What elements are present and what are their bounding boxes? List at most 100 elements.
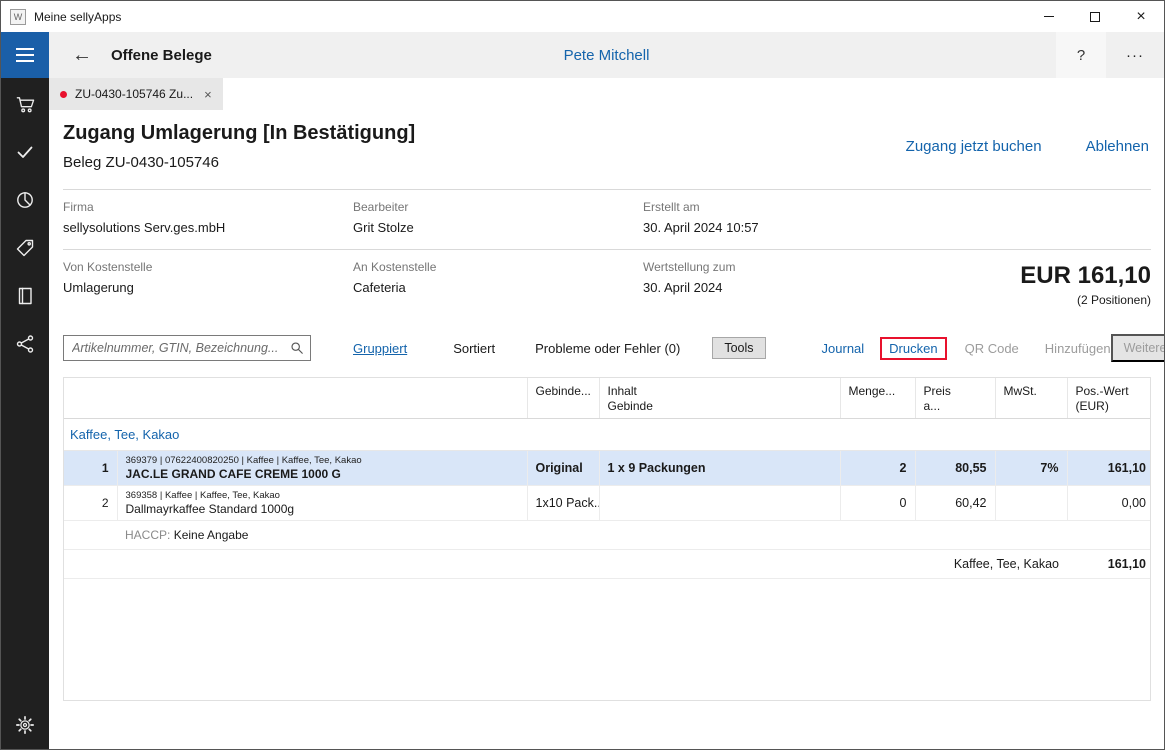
more-actions-button[interactable]: Weitere: [1111, 334, 1165, 362]
total-amount: EUR 161,10: [1020, 262, 1151, 290]
mwst-cell: [995, 486, 1067, 521]
close-button[interactable]: ×: [1118, 1, 1164, 32]
inhalt-cell: [599, 486, 840, 521]
tab-close-icon[interactable]: ×: [204, 87, 212, 102]
haccp-value: Keine Angabe: [174, 528, 249, 542]
info-an-kostenstelle: An Kostenstelle Cafeteria: [353, 260, 643, 307]
sidebar-item-settings[interactable]: [1, 701, 49, 749]
info-value: Umlagerung: [63, 280, 353, 295]
preis-cell: 80,55: [915, 451, 995, 486]
info-value: 30. April 2024 10:57: [643, 220, 933, 235]
sidebar-item-cart[interactable]: [1, 80, 49, 128]
sidebar-item-share[interactable]: [1, 320, 49, 368]
article-name: JAC.LE GRAND CAFE CREME 1000 G: [126, 467, 519, 481]
article-meta: 369358 | Kaffee | Kaffee, Tee, Kakao: [126, 490, 519, 501]
header-bar: ← Offene Belege Pete Mitchell ? ···: [49, 32, 1164, 78]
summary-value: 161,10: [1067, 550, 1151, 579]
table-row[interactable]: 2 369358 | Kaffee | Kaffee, Tee, Kakao D…: [64, 486, 1151, 521]
col-header-pos: [64, 378, 117, 419]
wert-cell: 0,00: [1067, 486, 1151, 521]
book-now-button[interactable]: Zugang jetzt buchen: [906, 138, 1042, 155]
add-position-button[interactable]: Hinzufügen: [1045, 341, 1111, 356]
article-cell: 369379 | 07622400820250 | Kaffee | Kaffe…: [117, 451, 527, 486]
position-number: 1: [64, 451, 117, 486]
qr-code-button[interactable]: QR Code: [965, 341, 1019, 356]
more-options-button[interactable]: ···: [1106, 32, 1164, 78]
annotation-highlight-box: Drucken: [880, 337, 946, 360]
window-title: Meine sellyApps: [34, 10, 121, 24]
info-erstellt-am: Erstellt am 30. April 2024 10:57: [643, 200, 933, 235]
minimize-icon: [1044, 16, 1054, 17]
wert-cell: 161,10: [1067, 451, 1151, 486]
sidebar-item-labels[interactable]: [1, 224, 49, 272]
col-header-wert: Pos.-Wert(EUR): [1067, 378, 1151, 419]
app-window: W Meine sellyApps × ← Offene Belege Pete…: [0, 0, 1165, 750]
position-number: 2: [64, 486, 117, 521]
gebinde-cell: Original: [527, 451, 599, 486]
maximize-button[interactable]: [1072, 1, 1118, 32]
preis-cell: 60,42: [915, 486, 995, 521]
journal-button[interactable]: Journal: [822, 341, 865, 356]
app-header: ← Offene Belege Pete Mitchell ? ···: [1, 32, 1164, 78]
tab-bar: ZU-0430-105746 Zu... ×: [49, 78, 1164, 110]
info-bearbeiter: Bearbeiter Grit Stolze: [353, 200, 643, 235]
positions-toolbar: Gruppiert Sortiert Probleme oder Fehler …: [63, 331, 1151, 365]
info-label: Bearbeiter: [353, 200, 643, 214]
user-name-link[interactable]: Pete Mitchell: [564, 47, 650, 64]
hamburger-menu-button[interactable]: [1, 32, 49, 78]
haccp-label: HACCP:: [125, 528, 170, 542]
info-label: Von Kostenstelle: [63, 260, 353, 274]
tools-button[interactable]: Tools: [712, 337, 765, 359]
cart-icon: [15, 94, 35, 114]
group-summary-row: Kaffee, Tee, Kakao 161,10: [64, 550, 1151, 579]
info-value: Cafeteria: [353, 280, 643, 295]
document-actions: Zugang jetzt buchen Ablehnen: [906, 138, 1151, 155]
col-header-gebinde: Gebinde...: [527, 378, 599, 419]
positions-table-container: Gebinde... InhaltGebinde Menge... Preisa…: [63, 377, 1151, 701]
document-number: Beleg ZU-0430-105746: [63, 154, 415, 171]
info-label: An Kostenstelle: [353, 260, 643, 274]
search-icon[interactable]: [290, 341, 304, 355]
inhalt-cell: 1 x 9 Packungen: [599, 451, 840, 486]
article-search: [63, 335, 311, 361]
group-label: Kaffee, Tee, Kakao: [64, 419, 1151, 451]
print-button[interactable]: Drucken: [889, 341, 937, 356]
group-header-row[interactable]: Kaffee, Tee, Kakao: [64, 419, 1151, 451]
back-button[interactable]: ←: [72, 44, 92, 67]
article-cell: 369358 | Kaffee | Kaffee, Tee, Kakao Dal…: [117, 486, 527, 521]
table-header-row: Gebinde... InhaltGebinde Menge... Preisa…: [64, 378, 1151, 419]
sidebar-item-journal[interactable]: [1, 272, 49, 320]
info-firma: Firma sellysolutions Serv.ges.mbH: [63, 200, 353, 235]
document-header: Zugang Umlagerung [In Bestätigung] Beleg…: [63, 122, 1151, 171]
info-row-1: Firma sellysolutions Serv.ges.mbH Bearbe…: [63, 190, 1151, 250]
col-header-mwst: MwSt.: [995, 378, 1067, 419]
document-view: Zugang Umlagerung [In Bestätigung] Beleg…: [49, 110, 1164, 749]
sidebar-item-reports[interactable]: [1, 176, 49, 224]
tab-document[interactable]: ZU-0430-105746 Zu... ×: [49, 78, 223, 110]
col-header-preis: Preisa...: [915, 378, 995, 419]
summary-label: Kaffee, Tee, Kakao: [64, 550, 1067, 579]
sidebar-item-tasks[interactable]: [1, 128, 49, 176]
grouped-toggle[interactable]: Gruppiert: [353, 341, 407, 356]
info-value: 30. April 2024: [643, 280, 933, 295]
col-header-description: [117, 378, 527, 419]
tab-label: ZU-0430-105746 Zu...: [75, 87, 193, 101]
content-area: ZU-0430-105746 Zu... × Zugang Umlagerung…: [49, 78, 1164, 749]
total-block: EUR 161,10 (2 Positionen): [1020, 262, 1151, 307]
article-meta: 369379 | 07622400820250 | Kaffee | Kaffe…: [126, 455, 519, 466]
gebinde-cell: 1x10 Pack...: [527, 486, 599, 521]
help-button[interactable]: ?: [1056, 32, 1106, 78]
info-label: Firma: [63, 200, 353, 214]
tag-icon: [15, 238, 35, 258]
search-input[interactable]: [63, 335, 311, 361]
info-von-kostenstelle: Von Kostenstelle Umlagerung: [63, 260, 353, 307]
minimize-button[interactable]: [1026, 1, 1072, 32]
problems-filter[interactable]: Probleme oder Fehler (0): [535, 341, 680, 356]
sorted-toggle[interactable]: Sortiert: [453, 341, 495, 356]
table-row[interactable]: 1 369379 | 07622400820250 | Kaffee | Kaf…: [64, 451, 1151, 486]
positions-table: Gebinde... InhaltGebinde Menge... Preisa…: [64, 378, 1151, 579]
settings-gear-icon: [15, 715, 35, 735]
reject-button[interactable]: Ablehnen: [1086, 138, 1149, 155]
info-value: Grit Stolze: [353, 220, 643, 235]
haccp-cell: HACCP: Keine Angabe: [117, 521, 1151, 550]
